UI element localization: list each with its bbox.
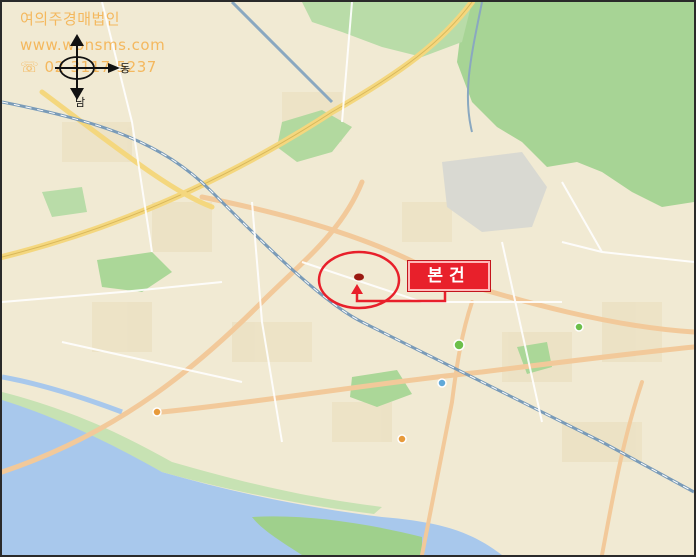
map-frame: 여의주경매법인 www.wonsms.com ☏ 02-3117-5237 남 … <box>0 0 696 557</box>
compass-south-label: 남 <box>75 96 86 109</box>
watermark-office-name: 여의주경매법인 <box>20 10 121 28</box>
location-pin-icon[interactable] <box>354 273 364 281</box>
target-property-label[interactable]: 본건 <box>408 261 490 291</box>
compass-east-label: 동 <box>120 62 131 75</box>
compass: 남 동 <box>52 32 134 109</box>
